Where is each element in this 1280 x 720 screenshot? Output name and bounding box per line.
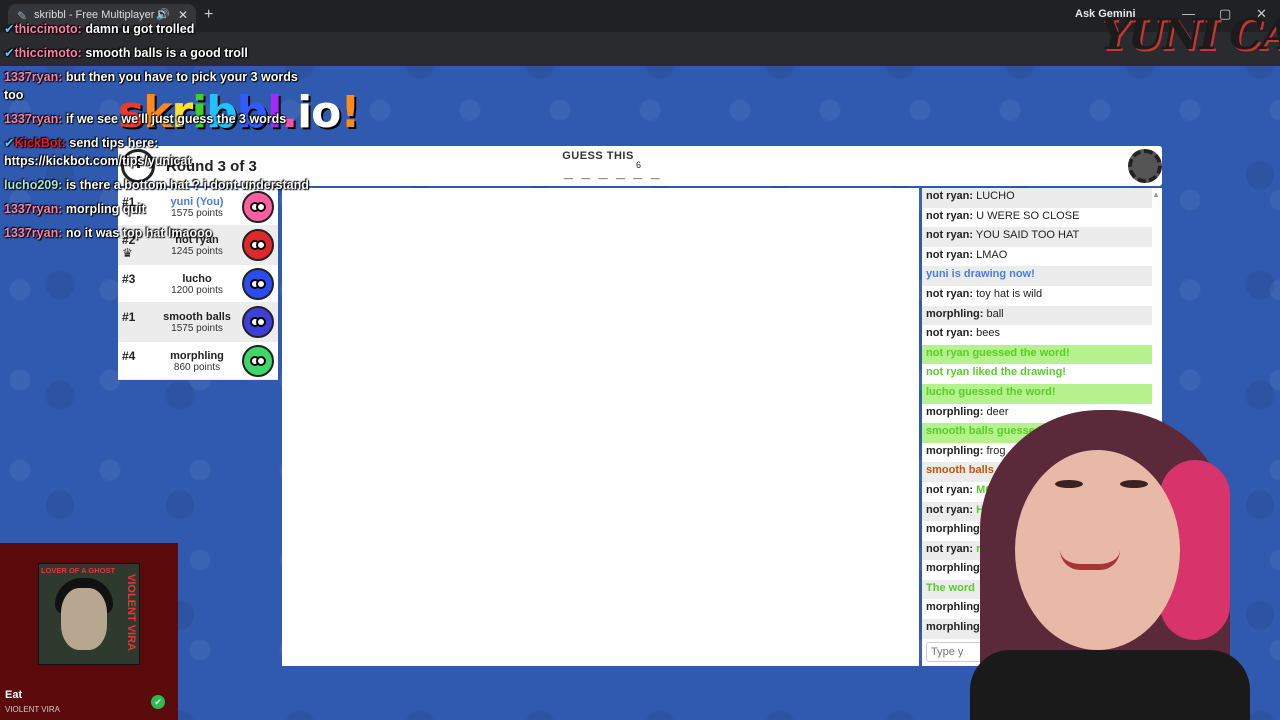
stream-chat-text: if we see we'll just guess the 3 words bbox=[62, 112, 287, 126]
game-chat-user: not ryan: bbox=[926, 190, 974, 202]
player-avatar bbox=[242, 267, 274, 300]
game-chat-text: U WERE SO CLOSE bbox=[973, 209, 1080, 222]
player-name: lucho bbox=[182, 272, 212, 285]
player-points: 860 points bbox=[173, 361, 221, 373]
verified-badge-icon: ✔ bbox=[4, 46, 15, 60]
stream-chat-user: thiccimoto: bbox=[14, 46, 82, 60]
player-rank: #3 bbox=[122, 271, 136, 286]
stream-chat-user: 1337ryan: bbox=[4, 202, 63, 216]
stream-chat-line: 1337ryan: if we see we'll just guess the… bbox=[4, 110, 320, 128]
webcam-eye-left bbox=[1055, 480, 1083, 488]
check-icon: ✔ bbox=[151, 695, 165, 709]
game-chat-user: not ryan: bbox=[926, 229, 974, 242]
game-chat-text: not ryan liked the drawing! bbox=[926, 366, 1066, 379]
game-chat-message: not ryan liked the drawing! bbox=[922, 364, 1152, 384]
stream-chat-line: 1337ryan: morpling quit bbox=[4, 200, 320, 218]
stream-chat-user: lucho209: bbox=[4, 178, 63, 192]
album-art: LOVER OF A GHOST VIOLENT VIRA bbox=[38, 563, 140, 665]
stream-chat-user: KickBot: bbox=[14, 136, 66, 150]
stream-chat-line: lucho209: is there a bottom hat ? i dont… bbox=[4, 176, 320, 194]
now-playing-widget: LOVER OF A GHOST VIOLENT VIRA Eat VIOLEN… bbox=[0, 543, 178, 720]
word-length: 6 bbox=[636, 160, 642, 170]
game-chat-text: LMAO bbox=[973, 248, 1008, 261]
stream-chat-text: morpling quit bbox=[62, 202, 146, 216]
game-chat-text: yuni is drawing now! bbox=[926, 268, 1035, 281]
game-chat-user: morphling: bbox=[926, 307, 984, 320]
stream-chat-line: ✔KickBot: send tips here: https://kickbo… bbox=[4, 134, 320, 170]
streamer-watermark: YUNI CAT bbox=[1100, 10, 1280, 59]
player-rank: #4 bbox=[122, 348, 136, 363]
player-rank: #1 bbox=[122, 310, 136, 325]
stream-chat-line: 1337ryan: but then you have to pick your… bbox=[4, 68, 320, 104]
game-chat-message: not ryan: YOU SAID TOO HAT bbox=[922, 227, 1152, 247]
game-chat-message: not ryan: bees bbox=[922, 325, 1152, 345]
webcam-overlay bbox=[930, 390, 1280, 720]
verified-badge-icon: ✔ bbox=[4, 136, 15, 150]
stream-chat-user: 1337ryan: bbox=[4, 112, 63, 126]
game-chat-message: not ryan: LMAO bbox=[922, 247, 1152, 267]
track-title: Eat bbox=[5, 689, 23, 701]
game-chat-text: bees bbox=[973, 327, 1000, 340]
game-chat-message: not ryan: toy hat is wild bbox=[922, 286, 1152, 306]
settings-gear-icon[interactable] bbox=[1128, 149, 1162, 183]
crown-icon: ♛ bbox=[122, 246, 133, 261]
scroll-up-icon[interactable]: ▲ bbox=[1152, 190, 1160, 199]
game-chat-message: yuni is drawing now! bbox=[922, 266, 1152, 286]
game-chat-message: not ryan: LUCHO bbox=[922, 188, 1152, 208]
drawing-canvas[interactable] bbox=[282, 188, 919, 666]
player-name: smooth balls bbox=[163, 311, 231, 324]
game-chat-user: not ryan: bbox=[926, 327, 974, 340]
logo-letter: ! bbox=[340, 87, 360, 138]
stream-chat-user: thiccimoto: bbox=[14, 22, 82, 36]
album-title: LOVER OF A GHOST bbox=[41, 566, 116, 575]
player-avatar bbox=[242, 306, 274, 339]
game-chat-text: not ryan guessed the word! bbox=[926, 346, 1070, 359]
track-artist: VIOLENT VIRA bbox=[5, 705, 60, 714]
webcam-shirt bbox=[970, 650, 1250, 720]
player-points: 1245 points bbox=[171, 246, 223, 258]
album-art-face bbox=[61, 588, 107, 650]
stream-chat-text: damn u got trolled bbox=[81, 22, 195, 36]
guess-this-label: GUESS THIS bbox=[562, 150, 634, 162]
verified-badge-icon: ✔ bbox=[4, 22, 15, 36]
word-hint-blanks: _ _ _ _ _ _ bbox=[564, 164, 662, 181]
game-chat-text: YOU SAID TOO HAT bbox=[973, 229, 1080, 242]
stream-chat-line: ✔thiccimoto: damn u got trolled bbox=[4, 20, 320, 38]
player-avatar bbox=[242, 344, 274, 377]
stream-chat-overlay: ✔thiccimoto: damn u got trolled ✔thiccimo… bbox=[4, 20, 320, 248]
game-chat-message: not ryan guessed the word! bbox=[922, 344, 1152, 365]
stream-chat-text: is there a bottom hat ? i dont understan… bbox=[62, 178, 309, 192]
stream-chat-line: 1337ryan: no it was top hat lmaooo bbox=[4, 224, 320, 242]
game-chat-text: toy hat is wild bbox=[973, 287, 1043, 300]
player-name: morphling bbox=[170, 349, 224, 362]
player-points: 1575 points bbox=[171, 323, 223, 335]
stream-chat-user: 1337ryan: bbox=[4, 226, 63, 240]
player-row[interactable]: #3 lucho 1200 points bbox=[118, 265, 278, 304]
game-chat-user: not ryan: bbox=[926, 209, 974, 222]
webcam-eye-right bbox=[1120, 480, 1148, 488]
game-chat-message: morphling: ball bbox=[922, 305, 1152, 326]
stream-chat-line: ✔thiccimoto: smooth balls is a good trol… bbox=[4, 44, 320, 62]
stream-chat-text: no it was top hat lmaooo bbox=[62, 226, 213, 240]
player-row[interactable]: #4 morphling 860 points bbox=[118, 342, 278, 380]
album-side-text: VIOLENT VIRA bbox=[125, 574, 137, 652]
stream-chat-user: 1337ryan: bbox=[4, 70, 63, 84]
stream-chat-text: smooth balls is a good troll bbox=[81, 46, 248, 60]
game-chat-user: not ryan: bbox=[926, 248, 974, 261]
game-chat-user: not ryan: bbox=[926, 287, 974, 300]
player-row[interactable]: #1 smooth balls 1575 points bbox=[118, 303, 278, 342]
game-chat-message: not ryan: U WERE SO CLOSE bbox=[922, 208, 1152, 228]
game-chat-text: ball bbox=[983, 307, 1004, 320]
player-points: 1200 points bbox=[171, 284, 223, 296]
game-chat-text: LUCHO bbox=[973, 190, 1015, 202]
